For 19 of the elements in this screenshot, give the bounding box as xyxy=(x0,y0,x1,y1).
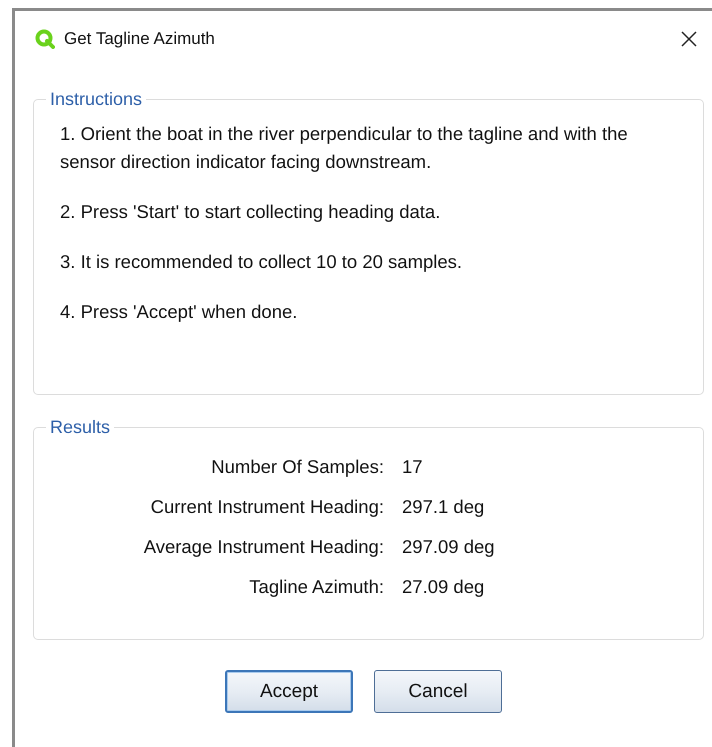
result-label: Tagline Azimuth: xyxy=(248,575,384,599)
accept-button[interactable]: Accept xyxy=(225,670,353,713)
group-title: Instructions xyxy=(49,89,144,110)
result-label: Current Instrument Heading: xyxy=(150,495,384,519)
group-title: Results xyxy=(49,417,112,438)
result-label: Number Of Samples: xyxy=(210,455,384,479)
instruction-text: 4. Press 'Accept' when done. xyxy=(60,300,298,324)
result-value: 297.09 deg xyxy=(402,535,496,559)
close-icon[interactable] xyxy=(680,30,698,48)
result-value: 17 xyxy=(402,455,424,479)
result-value: 297.1 deg xyxy=(402,495,486,519)
instruction-text: 1. Orient the boat in the river perpendicular to the tagline and with the sensor direction indicator facing downstream. xyxy=(60,122,629,174)
result-value: 27.09 deg xyxy=(402,575,486,599)
result-label: Average Instrument Heading: xyxy=(142,535,384,559)
app-logo-icon xyxy=(35,29,55,49)
instruction-text: 3. It is recommended to collect 10 to 20 samples. xyxy=(60,250,464,274)
cancel-button[interactable]: Cancel xyxy=(374,670,502,713)
window-title: Get Tagline Azimuth xyxy=(64,29,216,49)
instruction-text: 2. Press 'Start' to start collecting heading data. xyxy=(60,200,442,224)
